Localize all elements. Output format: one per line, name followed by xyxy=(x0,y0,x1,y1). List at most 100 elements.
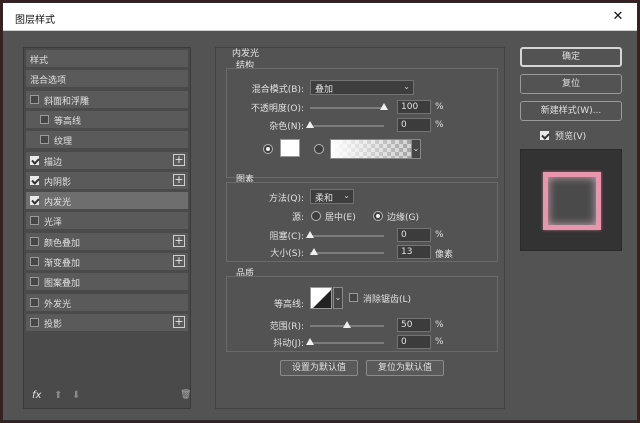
sidebar-item-checkbox[interactable] xyxy=(30,257,39,266)
add-effect-icon[interactable]: + xyxy=(173,315,185,328)
source-edge-radio[interactable] xyxy=(373,211,383,221)
sidebar-item-checkbox[interactable] xyxy=(30,216,39,226)
sidebar-item[interactable]: 投影 + xyxy=(26,313,188,331)
method-value: 柔和 xyxy=(315,194,334,204)
preview-thumbnail xyxy=(543,172,601,230)
noise-unit: % xyxy=(435,120,444,130)
method-select[interactable]: 柔和 ⌄ xyxy=(310,189,354,204)
add-effect-icon[interactable]: + xyxy=(173,255,185,267)
sidebar-item[interactable]: 内阴影 + xyxy=(26,171,188,189)
styles-list-footer: fx ⬆ ⬇ 🗑 xyxy=(26,388,191,406)
method-label: 方法(Q): xyxy=(268,194,304,204)
source-center-radio[interactable] xyxy=(311,211,321,221)
sidebar-item-checkbox[interactable] xyxy=(40,135,49,145)
range-unit: % xyxy=(435,320,444,330)
sidebar-item[interactable]: 图案叠加 xyxy=(26,273,188,291)
antialias-label: 消除锯齿(L) xyxy=(363,295,412,305)
set-default-button[interactable]: 设置为默认值 xyxy=(280,360,358,376)
sidebar-item[interactable]: 描边 + xyxy=(26,151,188,169)
jitter-slider[interactable] xyxy=(310,342,384,344)
sidebar-item-label: 纹理 xyxy=(54,137,73,148)
trash-icon[interactable]: 🗑 xyxy=(180,390,191,400)
sidebar-item[interactable]: 外发光 xyxy=(26,293,188,311)
sidebar-item-checkbox[interactable] xyxy=(30,175,39,185)
preview-checkbox[interactable] xyxy=(540,131,549,140)
opacity-slider[interactable] xyxy=(310,107,384,109)
sidebar-item-label: 渐变叠加 xyxy=(44,259,81,269)
size-slider-thumb[interactable] xyxy=(309,248,318,255)
range-input[interactable]: 50 xyxy=(397,318,431,332)
choke-slider[interactable] xyxy=(310,235,384,237)
opacity-input[interactable]: 100 xyxy=(397,100,431,114)
choke-slider-thumb[interactable] xyxy=(306,231,314,238)
jitter-label: 抖动(J): xyxy=(273,339,304,349)
sidebar-item-label: 光泽 xyxy=(44,218,63,229)
sidebar-item[interactable]: 光泽 xyxy=(26,212,188,230)
sidebar-item[interactable]: 颜色叠加 + xyxy=(26,232,188,250)
sidebar-item[interactable]: 渐变叠加 + xyxy=(26,253,188,270)
choke-input[interactable]: 0 xyxy=(397,228,431,242)
fx-icon[interactable]: fx xyxy=(32,390,41,401)
noise-label: 杂色(N): xyxy=(269,122,304,132)
reset-button[interactable]: 复位 xyxy=(520,74,622,94)
sidebar-item-checkbox[interactable] xyxy=(40,114,49,124)
opacity-slider-thumb[interactable] xyxy=(380,103,388,110)
blend-mode-select[interactable]: 叠加 ⌄ xyxy=(310,80,414,95)
contour-dropdown-icon[interactable]: ⌄ xyxy=(333,287,343,309)
sidebar-item-label: 斜面和浮雕 xyxy=(44,96,90,107)
size-label: 大小(S): xyxy=(270,249,304,259)
jitter-input[interactable]: 0 xyxy=(397,335,431,349)
sidebar-item-label: 颜色叠加 xyxy=(44,238,81,249)
color-radio[interactable] xyxy=(263,144,273,154)
noise-input[interactable]: 0 xyxy=(397,118,431,132)
reset-default-button[interactable]: 复位为默认值 xyxy=(366,360,444,376)
sidebar-item-label: 投影 xyxy=(44,319,63,330)
antialias-checkbox[interactable] xyxy=(349,293,358,302)
ok-button[interactable]: 确定 xyxy=(520,47,622,67)
title-bar: 图层样式 ✕ xyxy=(3,3,637,31)
elements-group: 方法(Q): 柔和 ⌄ 源: 居中(E) 边缘(G) 阻塞(C): 0 % 大小… xyxy=(226,182,498,262)
sidebar-item[interactable]: 斜面和浮雕 xyxy=(26,90,188,108)
chevron-down-icon: ⌄ xyxy=(343,191,350,200)
add-effect-icon[interactable]: + xyxy=(173,234,185,247)
sidebar-item[interactable]: 纹理 xyxy=(26,131,188,149)
noise-slider[interactable] xyxy=(310,125,384,127)
close-icon[interactable]: ✕ xyxy=(609,8,627,26)
sidebar-item-checkbox[interactable] xyxy=(30,317,39,327)
styles-list: 样式混合选项斜面和浮雕等高线纹理描边 + 内阴影 + 内发光光泽颜色叠加 + 渐变叠加 + 图案… xyxy=(23,47,191,409)
sidebar-item-checkbox[interactable] xyxy=(30,297,39,307)
sidebar-item-checkbox[interactable] xyxy=(30,236,39,246)
size-input[interactable]: 13 xyxy=(397,245,431,259)
gradient-radio[interactable] xyxy=(314,144,324,154)
gradient-picker[interactable] xyxy=(330,139,418,159)
range-slider-thumb[interactable] xyxy=(343,321,351,328)
opacity-unit: % xyxy=(435,102,444,112)
move-up-icon[interactable]: ⬆ xyxy=(54,390,62,401)
move-down-icon[interactable]: ⬇ xyxy=(72,390,80,401)
add-effect-icon[interactable]: + xyxy=(173,173,185,186)
sidebar-item[interactable]: 等高线 xyxy=(26,110,188,128)
sidebar-item-checkbox[interactable] xyxy=(30,196,39,206)
sidebar-item-label: 样式 xyxy=(30,56,49,66)
contour-picker[interactable] xyxy=(310,287,332,309)
sidebar-item[interactable]: 混合选项 xyxy=(26,70,188,88)
new-style-button[interactable]: 新建样式(W)... xyxy=(520,101,622,121)
sidebar-item-checkbox[interactable] xyxy=(30,94,39,104)
gradient-dropdown-icon[interactable]: ⌄ xyxy=(411,139,421,159)
jitter-slider-thumb[interactable] xyxy=(306,338,314,345)
quality-group: 等高线: ⌄ 消除锯齿(L) 范围(R): 50 % 抖动(J): 0 % xyxy=(226,276,498,352)
sidebar-item-checkbox[interactable] xyxy=(30,277,39,287)
inner-glow-panel: 内发光 结构 混合模式(B): 叠加 ⌄ 不透明度(O): 100 % 杂色(N… xyxy=(215,47,505,409)
size-slider[interactable] xyxy=(310,252,384,254)
source-label: 源: xyxy=(291,213,304,223)
sidebar-item[interactable]: 内发光 xyxy=(26,192,188,210)
sidebar-item[interactable]: 样式 xyxy=(26,50,188,67)
sidebar-item-checkbox[interactable] xyxy=(30,155,39,165)
opacity-label: 不透明度(O): xyxy=(250,104,304,114)
glow-color-swatch[interactable] xyxy=(280,139,300,157)
add-effect-icon[interactable]: + xyxy=(173,153,185,166)
noise-slider-thumb[interactable] xyxy=(306,121,314,128)
sidebar-item-label: 外发光 xyxy=(44,299,72,310)
sidebar-item-label: 内阴影 xyxy=(44,177,72,188)
chevron-down-icon: ⌄ xyxy=(403,82,410,91)
